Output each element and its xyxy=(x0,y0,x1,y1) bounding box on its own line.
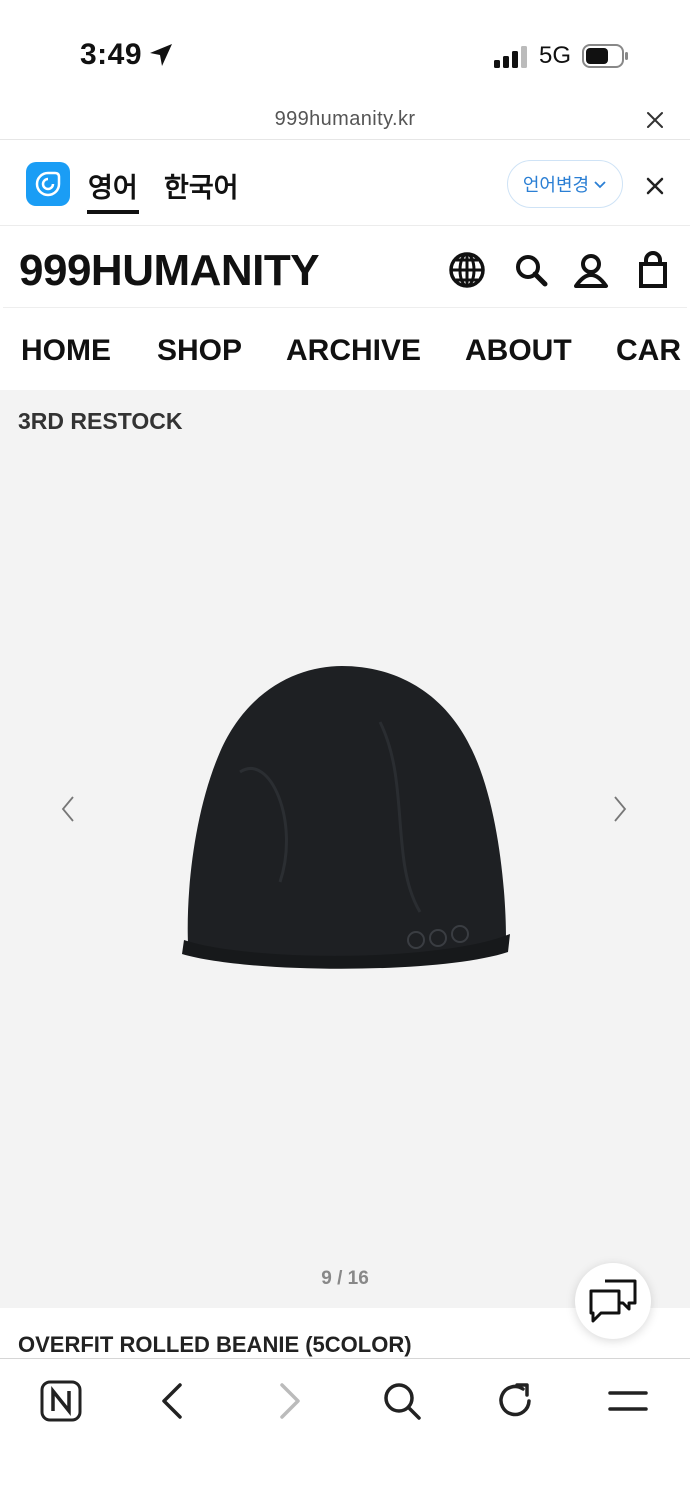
browser-toolbar xyxy=(0,1358,690,1500)
browser-url-bar[interactable]: 999humanity.kr xyxy=(0,100,690,140)
product-title: OVERFIT ROLLED BEANIE (5COLOR) xyxy=(18,1332,412,1357)
site-logo[interactable]: 999HUMANITY xyxy=(19,246,320,296)
nav-item-shop[interactable]: SHOP xyxy=(157,334,242,368)
product-image-beanie xyxy=(182,666,510,969)
nav-item-archive[interactable]: ARCHIVE xyxy=(286,334,421,368)
active-tab-underline xyxy=(87,210,139,214)
url-text[interactable]: 999humanity.kr xyxy=(0,108,690,131)
chat-icon xyxy=(589,1279,637,1323)
status-bar: 3:49 5G xyxy=(0,0,690,100)
main-nav: HOME SHOP ARCHIVE ABOUT CAR xyxy=(3,310,687,388)
reload-icon[interactable] xyxy=(493,1379,537,1423)
cellular-signal-icon xyxy=(494,46,527,68)
user-icon[interactable] xyxy=(571,250,611,290)
chevron-left-icon[interactable] xyxy=(58,794,78,824)
nav-item-about[interactable]: ABOUT xyxy=(465,334,572,368)
nav-item-car[interactable]: CAR xyxy=(616,334,681,368)
tab-english[interactable]: 영어 xyxy=(88,166,138,205)
shopping-bag-icon[interactable] xyxy=(633,250,673,290)
site-header: 999HUMANITY xyxy=(3,230,687,308)
network-type-label: 5G xyxy=(539,42,572,69)
close-icon[interactable] xyxy=(645,110,665,130)
change-language-label: 언어변경 xyxy=(522,175,590,195)
search-icon[interactable] xyxy=(511,250,551,290)
translate-bar: 영어 한국어 언어변경 xyxy=(0,140,690,226)
forward-icon[interactable] xyxy=(266,1379,310,1423)
papago-logo-icon xyxy=(26,162,70,206)
product-gallery: 3RD RESTOCK 9 / 16 xyxy=(0,390,690,1339)
naver-home-icon[interactable] xyxy=(39,1379,83,1423)
change-language-button[interactable]: 언어변경 xyxy=(507,160,623,208)
search-icon[interactable] xyxy=(380,1379,424,1423)
nav-item-home[interactable]: HOME xyxy=(21,334,111,368)
menu-icon[interactable] xyxy=(606,1379,650,1423)
globe-icon[interactable] xyxy=(447,250,487,290)
status-time: 3:49 xyxy=(80,38,143,71)
close-translate-icon[interactable] xyxy=(645,176,665,196)
chat-button[interactable] xyxy=(575,1263,651,1339)
location-arrow-icon xyxy=(150,44,172,66)
tab-korean[interactable]: 한국어 xyxy=(164,166,239,205)
chevron-right-icon[interactable] xyxy=(610,794,630,824)
battery-icon xyxy=(582,44,628,68)
back-icon[interactable] xyxy=(152,1379,196,1423)
chevron-down-icon xyxy=(594,181,606,189)
product-badge: 3RD RESTOCK xyxy=(18,408,183,434)
